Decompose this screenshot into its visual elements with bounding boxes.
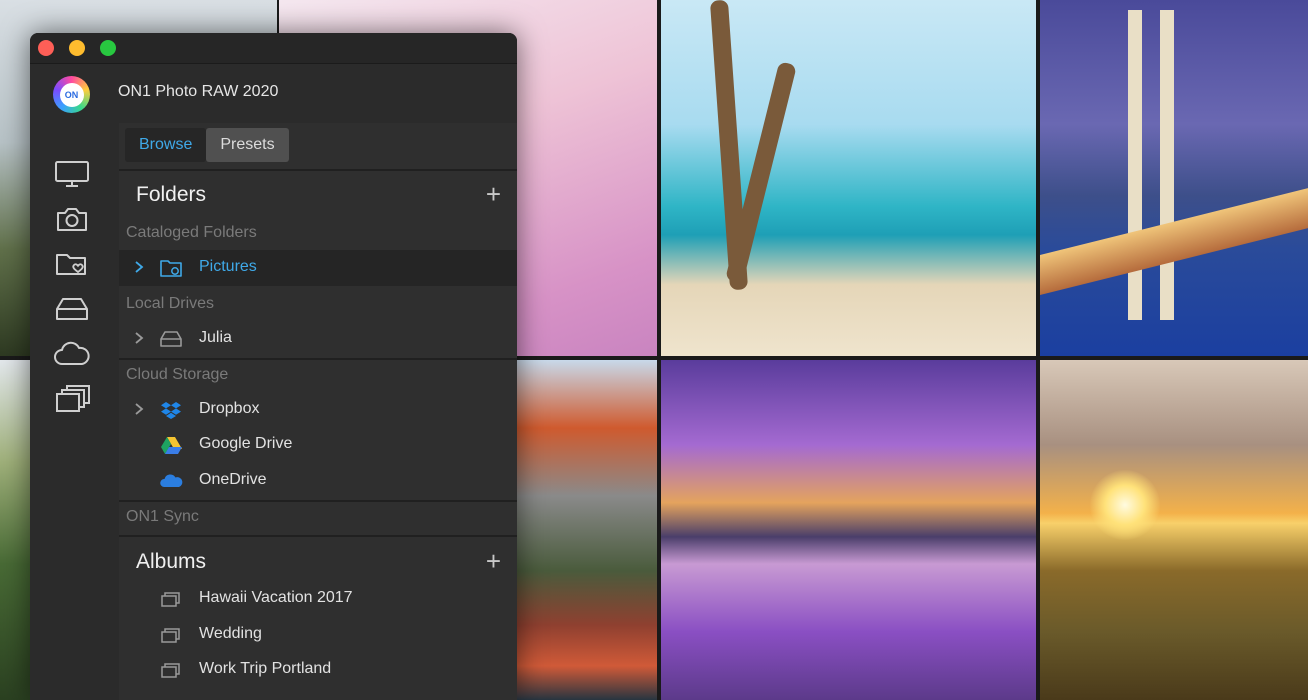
dropbox-icon: [161, 402, 181, 419]
folders-header: Folders +: [119, 171, 517, 217]
album-icon: [161, 592, 180, 607]
maximize-window-button[interactable]: [100, 40, 116, 56]
app-window: ON ON1 Photo RAW 2020 Browse Presets Fol…: [30, 33, 517, 700]
divider: [119, 358, 517, 360]
module-rail: [30, 123, 118, 700]
tab-presets[interactable]: Presets: [206, 128, 289, 162]
minimize-window-button[interactable]: [69, 40, 85, 56]
close-window-button[interactable]: [38, 40, 54, 56]
folder-heart-icon[interactable]: [52, 248, 92, 280]
album-label: Wedding: [199, 625, 262, 642]
chevron-right-icon[interactable]: [133, 260, 145, 274]
cloud-row-onedrive[interactable]: OneDrive: [119, 463, 517, 499]
group-label-local-drives: Local Drives: [126, 295, 215, 312]
photo-tile-sunset-dunes: [1040, 360, 1308, 700]
album-icon: [161, 663, 180, 678]
photo-tile-lavender-lake: [661, 360, 1036, 700]
album-label: Work Trip Portland: [199, 660, 332, 677]
browse-panel: Browse Presets Folders + Cataloged Folde…: [119, 123, 517, 700]
chevron-right-icon[interactable]: [133, 402, 145, 416]
album-row-wedding[interactable]: Wedding: [119, 617, 517, 653]
album-row-work-trip[interactable]: Work Trip Portland: [119, 652, 517, 688]
camera-icon[interactable]: [52, 203, 92, 235]
group-label-on1-sync[interactable]: ON1 Sync: [126, 508, 199, 526]
cloud-icon[interactable]: [52, 338, 92, 370]
monitor-icon[interactable]: [52, 158, 92, 190]
drive-label: Julia: [199, 329, 232, 346]
window-titlebar: [30, 33, 517, 64]
folder-row-pictures[interactable]: Pictures: [119, 250, 517, 286]
app-logo-icon: ON: [53, 76, 90, 113]
drive-row-julia[interactable]: Julia: [119, 321, 517, 357]
add-album-button[interactable]: +: [486, 546, 501, 577]
panel-tabs: Browse Presets: [125, 128, 289, 162]
group-label-cloud-storage: Cloud Storage: [126, 366, 229, 383]
albums-stack-icon[interactable]: [52, 383, 92, 415]
drive-icon[interactable]: [52, 293, 92, 325]
bridge-tower-left: [1128, 10, 1142, 320]
album-row-hawaii[interactable]: Hawaii Vacation 2017: [119, 581, 517, 617]
albums-header: Albums +: [119, 538, 517, 584]
onedrive-icon: [160, 474, 183, 487]
add-folder-button[interactable]: +: [486, 179, 501, 210]
cloud-label: OneDrive: [199, 471, 267, 488]
cloud-label: Dropbox: [199, 400, 260, 417]
photo-tile-bridge-night: [1040, 0, 1308, 356]
app-title: ON1 Photo RAW 2020: [118, 83, 279, 100]
albums-title: Albums: [136, 550, 207, 573]
tab-browse[interactable]: Browse: [125, 128, 207, 162]
folders-title: Folders: [136, 183, 207, 206]
cloud-label: Google Drive: [199, 435, 293, 452]
bridge-tower-right: [1160, 10, 1174, 320]
folder-sync-icon: [160, 260, 182, 277]
divider: [119, 500, 517, 502]
cloud-row-google-drive[interactable]: Google Drive: [119, 427, 517, 463]
drive-icon: [160, 331, 182, 347]
album-label: Hawaii Vacation 2017: [199, 589, 353, 606]
divider: [119, 535, 517, 537]
group-label-cataloged-folders: Cataloged Folders: [126, 224, 257, 241]
chevron-right-icon[interactable]: [133, 331, 145, 345]
cloud-row-dropbox[interactable]: Dropbox: [119, 392, 517, 428]
app-logo-text: ON: [59, 82, 84, 107]
folder-label: Pictures: [199, 258, 257, 275]
google-drive-icon: [161, 437, 182, 454]
sunset-sun: [1090, 470, 1160, 540]
album-icon: [161, 628, 180, 643]
